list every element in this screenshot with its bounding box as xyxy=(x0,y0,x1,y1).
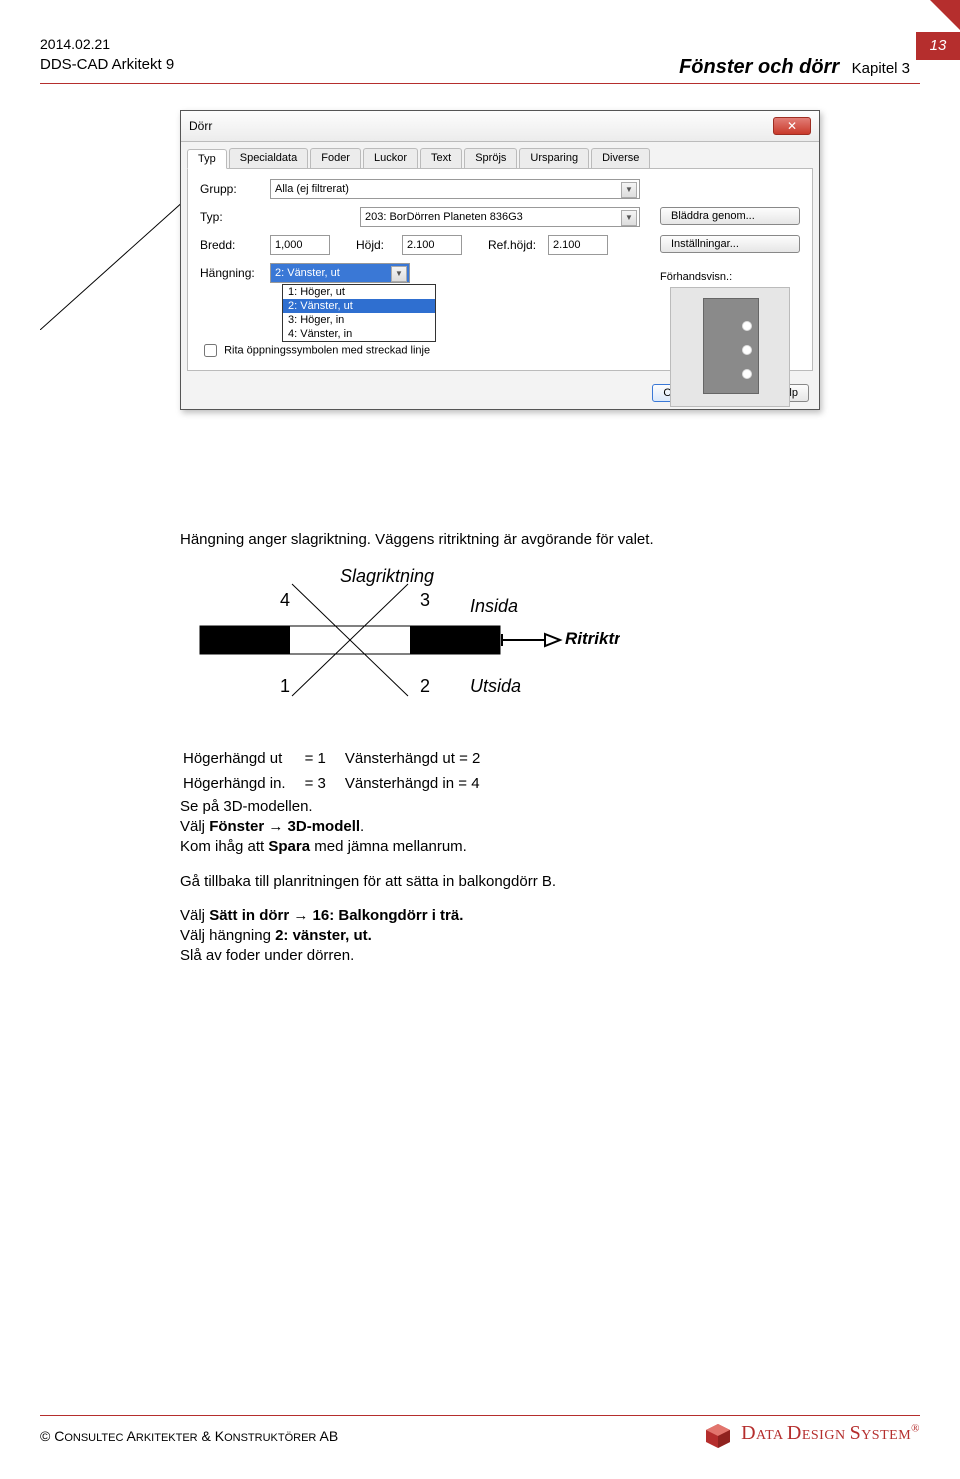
def-hogerhangd-in: Högerhängd in. xyxy=(182,773,302,795)
dds-logo: DATA DESIGN SYSTEM® xyxy=(705,1422,920,1449)
def-hogerhangd-ut: Högerhängd ut xyxy=(182,748,302,770)
line-spara: Kom ihåg att Spara med jämna mellanrum. xyxy=(180,837,820,857)
tab-ursparing[interactable]: Ursparing xyxy=(519,148,589,168)
header-rule xyxy=(40,83,920,84)
header-title: Fönster och dörr xyxy=(679,56,839,78)
bredd-input[interactable]: 1,000 xyxy=(270,235,330,255)
refhojd-input[interactable]: 2.100 xyxy=(548,235,608,255)
door-dialog: Dörr ✕ Typ Specialdata Foder Luckor Text… xyxy=(180,110,820,410)
hangning-option-1[interactable]: 1: Höger, ut xyxy=(283,285,435,299)
grupp-label: Grupp: xyxy=(200,182,270,196)
preview-box xyxy=(670,287,790,407)
diagram-n4: 4 xyxy=(280,590,290,610)
footer-copyright: © CONSULTEC ARKITEKTER & KONSTRUKTÖRER A… xyxy=(40,1428,338,1444)
hojd-input[interactable]: 2.100 xyxy=(402,235,462,255)
line-sla-av-foder: Slå av foder under dörren. xyxy=(180,946,820,966)
typ-combo[interactable]: 203: BorDörren Planeten 836G3 xyxy=(360,207,640,227)
header-date: 2014.02.21 xyxy=(40,36,920,52)
settings-button[interactable]: Inställningar... xyxy=(660,235,800,253)
dialog-tabs: Typ Specialdata Foder Luckor Text Spröjs… xyxy=(187,148,813,169)
dialog-side-column: Bläddra genom... Inställningar... Förhan… xyxy=(660,179,800,407)
diagram-slagriktning: Slagriktning xyxy=(340,566,434,586)
door-preview xyxy=(703,298,759,394)
line-satt-in-dorr: Välj Sätt in dörr → 16: Balkongdörr i tr… xyxy=(180,906,820,926)
door-knob-icon xyxy=(742,321,752,331)
dialog-titlebar: Dörr ✕ xyxy=(181,111,819,142)
tab-luckor[interactable]: Luckor xyxy=(363,148,418,168)
tab-specialdata[interactable]: Specialdata xyxy=(229,148,309,168)
line-valj-hangning: Välj hängning 2: vänster, ut. xyxy=(180,926,820,946)
diagram-insida: Insida xyxy=(470,596,518,616)
line-valj-fonster: Välj Fönster → 3D-modell. xyxy=(180,817,820,837)
close-icon[interactable]: ✕ xyxy=(773,117,811,135)
tab-text[interactable]: Text xyxy=(420,148,462,168)
diagram-utsida: Utsida xyxy=(470,676,521,696)
hangning-option-3[interactable]: 3: Höger, in xyxy=(283,313,435,327)
body-content: Hängning anger slagriktning. Väggens rit… xyxy=(180,530,820,967)
direction-diagram: Slagriktning 4 3 Insida Ritriktning 1 2 … xyxy=(180,566,600,726)
tab-foder[interactable]: Foder xyxy=(310,148,361,168)
dds-logo-icon xyxy=(705,1423,731,1449)
hangning-combo[interactable]: 2: Vänster, ut xyxy=(270,263,410,283)
hangning-label: Hängning: xyxy=(200,266,270,280)
door-knob-icon xyxy=(742,345,752,355)
typ-label: Typ: xyxy=(200,210,270,224)
tab-sprojs[interactable]: Spröjs xyxy=(464,148,517,168)
header-right: Fönster och dörr Kapitel 3 xyxy=(679,56,910,79)
tab-diverse[interactable]: Diverse xyxy=(591,148,650,168)
dialog-title-text: Dörr xyxy=(189,119,773,133)
def-vansterhangd-ut: Vänsterhängd ut = 2 xyxy=(344,748,497,770)
dialog-body: Bläddra genom... Inställningar... Förhan… xyxy=(187,169,813,371)
page-footer: © CONSULTEC ARKITEKTER & KONSTRUKTÖRER A… xyxy=(40,1415,920,1449)
footer-rule xyxy=(40,1415,920,1416)
diagram-n1: 1 xyxy=(280,676,290,696)
hangning-dropdown-list: 1: Höger, ut 2: Vänster, ut 3: Höger, in… xyxy=(282,284,436,342)
browse-button[interactable]: Bläddra genom... xyxy=(660,207,800,225)
checkbox-label: Rita öppningssymbolen med streckad linje xyxy=(224,344,430,356)
hangning-option-2[interactable]: 2: Vänster, ut xyxy=(283,299,435,313)
refhojd-label: Ref.höjd: xyxy=(488,238,548,252)
intro-text: Hängning anger slagriktning. Väggens rit… xyxy=(180,530,820,550)
def-eq1: = 1 xyxy=(304,748,342,770)
definitions-table: Högerhängd ut = 1 Vänsterhängd ut = 2 Hö… xyxy=(180,746,498,797)
def-eq3: = 3 xyxy=(304,773,342,795)
hojd-label: Höjd: xyxy=(356,238,402,252)
hangning-option-4[interactable]: 4: Vänster, in xyxy=(283,327,435,341)
line-balkongdorr: Gå tillbaka till planritningen för att s… xyxy=(180,872,820,892)
door-knob-icon xyxy=(742,369,752,379)
bredd-label: Bredd: xyxy=(200,238,270,252)
diagram-n3: 3 xyxy=(420,590,430,610)
def-vansterhangd-in: Vänsterhängd in = 4 xyxy=(344,773,497,795)
tab-typ[interactable]: Typ xyxy=(187,149,227,169)
line-se-3d: Se på 3D-modellen. xyxy=(180,797,820,817)
dashed-symbol-checkbox[interactable] xyxy=(204,344,217,357)
diagram-ritriktning: Ritriktning xyxy=(565,629,620,648)
diagram-n2: 2 xyxy=(420,676,430,696)
header-chapter: Kapitel 3 xyxy=(852,60,910,77)
page-header: 2014.02.21 DDS-CAD Arkitekt 9 Fönster oc… xyxy=(0,0,960,77)
grupp-combo[interactable]: Alla (ej filtrerat) xyxy=(270,179,640,199)
